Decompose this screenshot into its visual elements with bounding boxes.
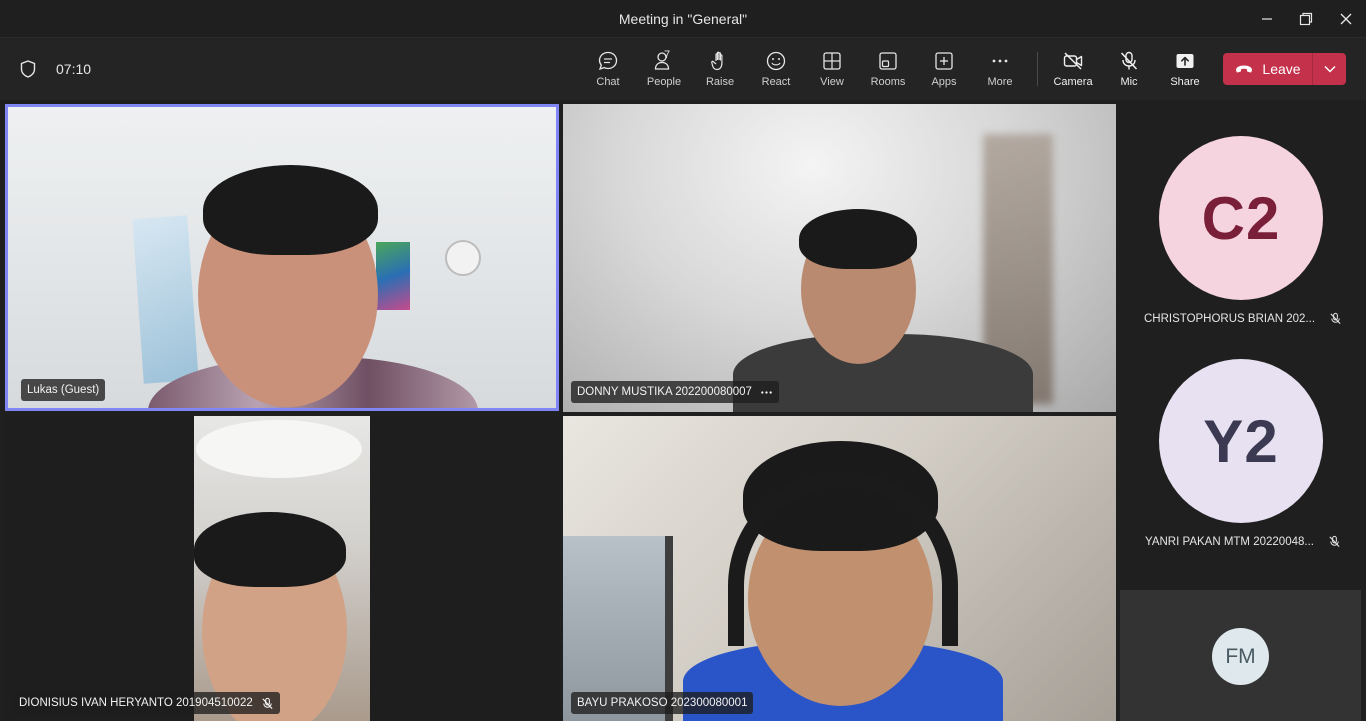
share-label: Share <box>1170 76 1200 88</box>
chat-icon <box>598 51 618 71</box>
minimize-button[interactable] <box>1247 0 1287 38</box>
mic-off-icon <box>1120 51 1138 70</box>
shield-icon[interactable] <box>18 59 38 79</box>
rail-participant-yanri: YANRI PAKAN MTM 20220048... <box>1120 535 1366 548</box>
avatar-initials: C2 <box>1201 184 1281 252</box>
video-feed <box>563 416 1116 721</box>
react-button[interactable]: React <box>748 50 804 94</box>
close-icon <box>1340 13 1352 25</box>
close-button[interactable] <box>1326 0 1366 38</box>
video-feed <box>194 416 370 721</box>
toolbar-divider <box>1037 52 1038 86</box>
participant-name: DONNY MUSTIKA 202200080007 <box>577 386 752 398</box>
breakout-rooms-icon <box>879 52 897 70</box>
meeting-timer: 07:10 <box>56 61 92 77</box>
participant-name-tag: BAYU PRAKOSO 202300080001 <box>571 692 754 714</box>
participant-name: BAYU PRAKOSO 202300080001 <box>577 697 748 709</box>
camera-button[interactable]: Camera <box>1045 50 1101 94</box>
leave-button-group: Leave <box>1223 53 1346 85</box>
chat-label: Chat <box>596 76 620 88</box>
grid-view-icon <box>823 52 841 70</box>
avatar-christophorus[interactable]: C2 <box>1159 136 1323 300</box>
participant-name: CHRISTOPHORUS BRIAN 202... <box>1143 312 1316 325</box>
avatar-self: FM <box>1212 628 1269 685</box>
participant-name: DIONISIUS IVAN HERYANTO 201904510022 <box>19 697 253 709</box>
people-count: 7 <box>664 49 671 61</box>
leave-options-button[interactable] <box>1313 53 1346 85</box>
apps-label: Apps <box>931 76 957 88</box>
wall-clock <box>445 240 481 276</box>
avatar-initials: FM <box>1225 644 1256 668</box>
people-label: People <box>646 76 682 88</box>
more-label: More <box>987 76 1013 88</box>
leave-button[interactable]: Leave <box>1223 53 1313 85</box>
add-apps-icon <box>935 52 953 70</box>
mic-button[interactable]: Mic <box>1101 50 1157 94</box>
rooms-label: Rooms <box>870 76 906 88</box>
view-button[interactable]: View <box>804 50 860 94</box>
participant-name-tag: Lukas (Guest) <box>21 379 106 401</box>
share-button[interactable]: Share <box>1157 50 1213 94</box>
participant-name: Lukas (Guest) <box>27 384 100 396</box>
video-feed <box>8 107 556 408</box>
raise-label: Raise <box>705 76 735 88</box>
camera-label: Camera <box>1053 76 1093 88</box>
chevron-down-icon <box>1323 65 1336 73</box>
more-button[interactable]: More <box>972 50 1028 94</box>
mic-muted-icon <box>1330 312 1341 324</box>
hang-up-icon <box>1236 65 1253 73</box>
mic-muted-icon <box>262 697 273 709</box>
restore-button[interactable] <box>1286 0 1326 38</box>
minimize-icon <box>1262 18 1272 20</box>
smiley-icon <box>766 51 786 71</box>
avatar-initials: Y2 <box>1203 407 1279 475</box>
meeting-toolbar: 07:10 Chat 7 People Raise React View Roo… <box>0 38 1366 100</box>
mic-muted-icon <box>1329 535 1340 547</box>
video-feed <box>563 104 1116 412</box>
participant-name-tag: DIONISIUS IVAN HERYANTO 201904510022 <box>13 692 280 714</box>
wall-map <box>132 215 199 384</box>
avatar-yanri[interactable]: Y2 <box>1159 359 1323 523</box>
raise-hand-icon <box>711 51 723 71</box>
video-tile-lukas[interactable]: Lukas (Guest) <box>5 104 559 411</box>
person-hair <box>799 209 917 269</box>
raise-hand-button[interactable]: Raise <box>692 50 748 94</box>
more-dots-icon <box>992 59 1008 63</box>
wall-poster <box>376 242 410 310</box>
rooms-button[interactable]: Rooms <box>860 50 916 94</box>
video-tile-bayu[interactable]: BAYU PRAKOSO 202300080001 <box>563 416 1116 721</box>
window-title: Meeting in "General" <box>618 11 748 27</box>
react-label: React <box>761 76 791 88</box>
share-tray-icon <box>1176 54 1194 68</box>
self-view-tile[interactable]: FM <box>1120 590 1361 721</box>
leave-label: Leave <box>1262 61 1301 77</box>
rail-participant-christophorus: CHRISTOPHORUS BRIAN 202... <box>1120 312 1366 325</box>
more-options-icon[interactable] <box>760 386 773 399</box>
chat-button[interactable]: Chat <box>580 50 636 94</box>
video-tile-donny[interactable]: DONNY MUSTIKA 202200080007 <box>563 104 1116 412</box>
participant-name: YANRI PAKAN MTM 20220048... <box>1145 535 1314 548</box>
mic-label: Mic <box>1120 76 1138 88</box>
title-bar: Meeting in "General" <box>0 0 1366 38</box>
participants-rail: C2 CHRISTOPHORUS BRIAN 202... Y2 YANRI P… <box>1120 104 1366 721</box>
apps-button[interactable]: Apps <box>916 50 972 94</box>
video-tile-dionisius[interactable]: DIONISIUS IVAN HERYANTO 201904510022 <box>5 416 559 721</box>
people-button[interactable]: 7 People <box>636 49 692 94</box>
restore-icon <box>1299 12 1313 26</box>
participant-name-tag: DONNY MUSTIKA 202200080007 <box>571 381 779 403</box>
ceiling-light <box>196 420 362 478</box>
person-hair <box>203 165 378 255</box>
person-hair <box>194 512 346 587</box>
view-label: View <box>820 76 844 88</box>
camera-off-icon <box>1063 52 1083 70</box>
